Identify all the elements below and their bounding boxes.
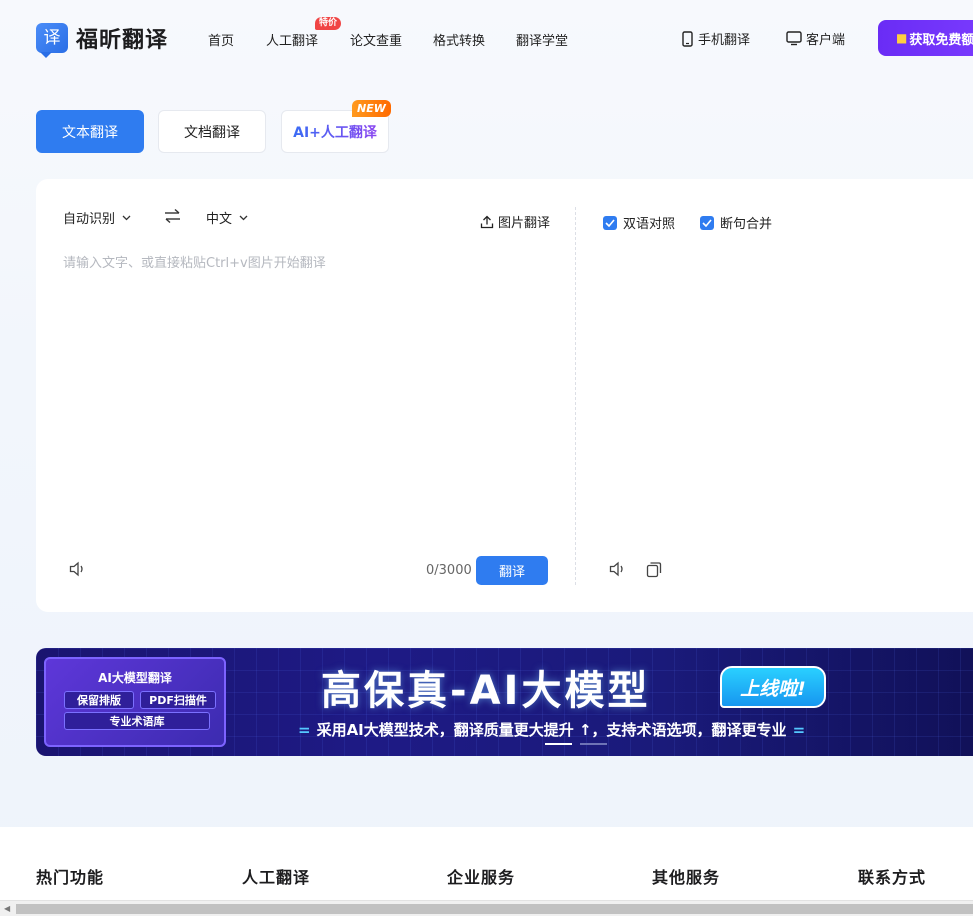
chip-tag-layout: 保留排版 (64, 691, 134, 709)
scrollbar-thumb[interactable] (16, 904, 973, 914)
nav-item-plagiarism-check[interactable]: 论文查重 (350, 30, 402, 49)
source-text-input[interactable] (63, 252, 553, 532)
horizontal-scrollbar[interactable]: ◀ (0, 900, 973, 916)
banner-feature-chip: AI大模型翻译 保留排版 PDF扫描件 专业术语库 (44, 657, 226, 747)
speaker-icon[interactable] (609, 561, 627, 577)
logo-icon: 译 (36, 23, 68, 58)
banner-headline: 高保真-AI大模型 (321, 668, 651, 714)
tab-text-translation[interactable]: 文本翻译 (36, 110, 144, 153)
panel-divider (575, 207, 576, 585)
dash-decoration-icon: = (298, 721, 311, 739)
top-header: 译 福昕翻译 首页 人工翻译 论文查重 格式转换 翻译学堂 特价 手机翻译 客户… (0, 0, 973, 76)
character-count: 0/3000 (426, 563, 472, 578)
target-language-label: 中文 (206, 212, 233, 227)
chevron-down-icon (122, 215, 131, 220)
nav-item-home[interactable]: 首页 (208, 30, 234, 49)
chip-tag-terms: 专业术语库 (64, 712, 210, 730)
scroll-left-icon[interactable]: ◀ (4, 904, 10, 913)
desktop-client-link[interactable]: 客户端 (786, 29, 845, 48)
sentence-merge-label: 断句合并 (720, 217, 773, 232)
phone-icon (682, 30, 693, 47)
get-free-quota-button[interactable]: ■ 获取免费额 (878, 20, 973, 56)
checkbox-checked-icon (603, 215, 617, 230)
nav-item-format-convert[interactable]: 格式转换 (433, 30, 485, 49)
chip-tag-pdf: PDF扫描件 (140, 691, 216, 709)
image-translate-button[interactable]: 图片翻译 (480, 212, 550, 231)
target-language-select[interactable]: 中文 (206, 208, 248, 227)
chevron-down-icon (239, 215, 248, 220)
banner-live-badge: 上线啦! (720, 666, 826, 708)
desktop-client-label: 客户端 (806, 33, 846, 48)
checkbox-checked-icon (700, 215, 714, 230)
mobile-translate-label: 手机翻译 (698, 33, 751, 48)
copy-icon[interactable] (646, 561, 662, 578)
dash-decoration-icon: = (792, 721, 806, 739)
promo-banner[interactable]: AI大模型翻译 保留排版 PDF扫描件 专业术语库 高保真-AI大模型 上线啦!… (36, 648, 973, 756)
banner-subline-text: 采用AI大模型技术，翻译质量更大提升 ↑，支持术语选项，翻译更专业 (316, 721, 787, 739)
carousel-dot[interactable] (580, 743, 607, 745)
monitor-icon (786, 31, 802, 46)
mobile-translate-link[interactable]: 手机翻译 (681, 29, 750, 48)
translate-button[interactable]: 翻译 (476, 556, 548, 585)
tab-ai-label: AI+人工翻译 (293, 122, 377, 142)
gift-icon: ■ (896, 31, 908, 45)
bilingual-label: 双语对照 (623, 217, 676, 232)
source-language-label: 自动识别 (63, 212, 116, 227)
upload-icon (480, 215, 494, 228)
image-translate-label: 图片翻译 (498, 216, 551, 231)
carousel-dot-active[interactable] (545, 743, 572, 745)
chip-title: AI大模型翻译 (98, 671, 172, 685)
nav-item-human-translation[interactable]: 人工翻译 (266, 30, 318, 49)
speaker-icon[interactable] (69, 561, 87, 577)
swap-languages-icon[interactable] (164, 208, 181, 224)
sentence-merge-checkbox[interactable]: 断句合并 (700, 213, 772, 232)
brand-name: 福昕翻译 (76, 28, 169, 53)
nav-item-translation-school[interactable]: 翻译学堂 (516, 30, 568, 49)
footer-heading-hot-features: 热门功能 (36, 868, 105, 887)
bilingual-checkbox[interactable]: 双语对照 (603, 213, 675, 232)
brand-logo[interactable]: 译 福昕翻译 (36, 22, 169, 58)
translator-panel: 自动识别 中文 图片翻译 0/3000 翻译 双语对照 (36, 179, 973, 612)
footer-heading-enterprise: 企业服务 (447, 868, 516, 887)
banner-subline: = 采用AI大模型技术，翻译质量更大提升 ↑，支持术语选项，翻译更专业 = (292, 719, 811, 740)
footer-heading-contact: 联系方式 (858, 868, 927, 887)
cta-label: 获取免费额 (909, 32, 973, 48)
footer-heading-other-services: 其他服务 (652, 868, 721, 887)
tab-document-translation[interactable]: 文档翻译 (158, 110, 266, 153)
new-badge: NEW (352, 100, 391, 117)
source-language-select[interactable]: 自动识别 (63, 208, 131, 227)
special-price-badge: 特价 (315, 17, 342, 30)
footer-heading-human-translation: 人工翻译 (242, 868, 311, 887)
